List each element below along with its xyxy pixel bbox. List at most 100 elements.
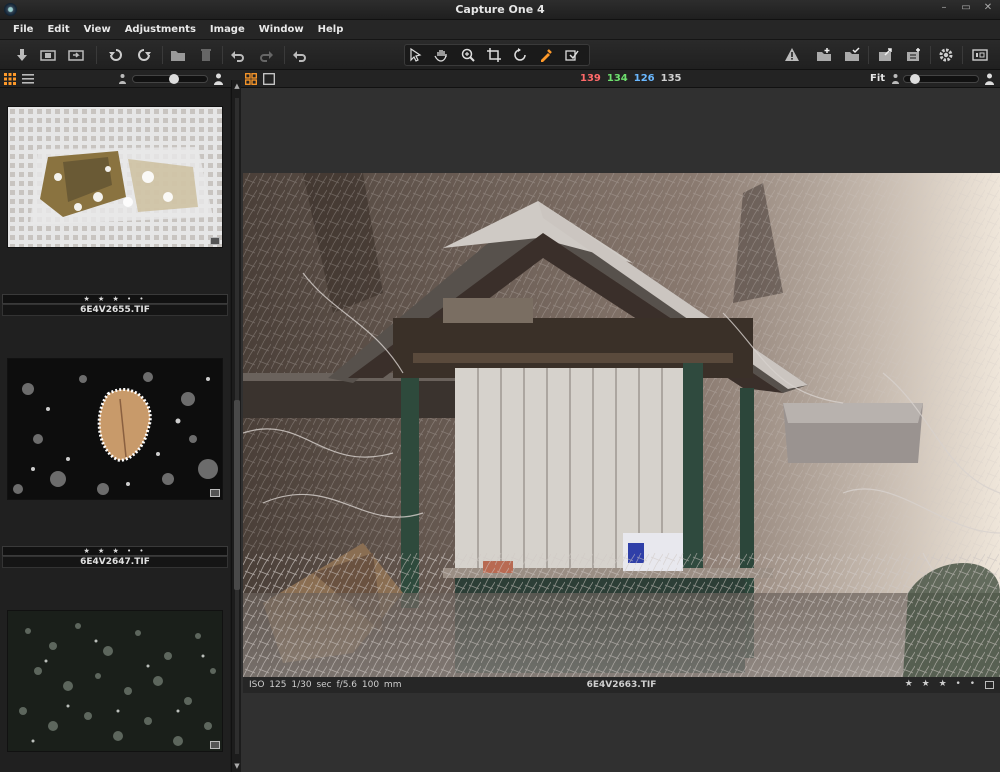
minimize-button[interactable]: – <box>938 2 950 14</box>
frozen-leaf-photo <box>8 359 222 499</box>
process-list-icon <box>907 48 920 61</box>
menu-adjustments[interactable]: Adjustments <box>118 24 203 35</box>
menu-edit[interactable]: Edit <box>40 24 76 35</box>
menu-image[interactable]: Image <box>203 24 252 35</box>
processed-folder-icon <box>68 50 84 61</box>
viewer-rating[interactable]: ★ ★ ★ • • <box>905 679 978 689</box>
move-to-capture-button[interactable] <box>38 45 58 65</box>
blue-value: 126 <box>633 73 655 84</box>
reset-arrow-icon <box>293 51 306 62</box>
thumbnail-cell[interactable]: ★ ★ ★ • • 6E4V2647.TIF <box>2 340 228 570</box>
move-to-folder-button[interactable] <box>168 45 188 65</box>
toolbar-separator <box>222 46 223 64</box>
zoom-slider[interactable] <box>903 74 979 84</box>
apply-adjustments-icon <box>565 50 579 61</box>
preferences-button[interactable] <box>936 45 956 65</box>
thumbnail-rating[interactable]: ★ ★ ★ • • <box>2 546 228 556</box>
large-thumb-size-icon <box>214 73 223 85</box>
thumbnail-filename: 6E4V2655.TIF <box>2 304 228 316</box>
window-title: Capture One 4 <box>455 3 545 16</box>
undo-button[interactable] <box>228 45 248 65</box>
maximize-button[interactable]: ▭ <box>960 2 972 14</box>
red-value: 139 <box>580 73 601 84</box>
thumbnail-image[interactable] <box>7 610 223 752</box>
scroll-down-arrow[interactable]: ▼ <box>233 762 241 770</box>
toolbar-separator <box>868 46 869 64</box>
about-button[interactable] <box>970 45 990 65</box>
image-info-bar: ISO 125 1/30 sec f/5.6 100 mm 6E4V2663.T… <box>243 677 1000 693</box>
thumbnail-image[interactable] <box>7 106 223 248</box>
zoom-out-icon <box>892 74 899 84</box>
frosted-garden-shed-photo <box>243 173 1000 677</box>
pointer-icon <box>410 47 422 62</box>
browser-scrollbar[interactable]: ▲ ▼ <box>231 80 241 772</box>
list-view-icon[interactable] <box>22 73 34 85</box>
thumbnail-size-slider-knob[interactable] <box>169 74 179 84</box>
toolbar-separator <box>930 46 931 64</box>
zoom-fit-label[interactable]: Fit <box>870 73 885 84</box>
export-icon <box>879 48 892 61</box>
export-button[interactable] <box>876 45 896 65</box>
redo-icon <box>260 51 273 62</box>
magnifier-icon <box>461 48 475 62</box>
new-album-button[interactable] <box>814 45 834 65</box>
thumbnail-filename: 6E4V2647.TIF <box>2 556 228 568</box>
menu-help[interactable]: Help <box>311 24 351 35</box>
white-balance-picker-button[interactable] <box>536 45 556 65</box>
scroll-thumb[interactable] <box>234 400 240 590</box>
crop-tool-button[interactable] <box>484 45 504 65</box>
title-bar: Capture One 4 – ▭ ✕ <box>0 0 1000 20</box>
ice-bubbles-photo <box>8 611 222 751</box>
warning-button[interactable] <box>782 45 802 65</box>
thumbnail-cell[interactable]: ★ ★ ★ • • 6E4V2655.TIF <box>2 88 228 318</box>
single-view-icon[interactable] <box>263 73 275 85</box>
move-to-processed-button[interactable] <box>66 45 86 65</box>
toolbar-separator <box>962 46 963 64</box>
thumbnail-cell[interactable] <box>2 592 228 772</box>
green-value: 134 <box>606 73 628 84</box>
gear-icon <box>939 48 953 62</box>
rotate-free-icon <box>514 48 526 61</box>
toolbar-separator <box>96 46 97 64</box>
toolbar-separator <box>284 46 285 64</box>
close-button[interactable]: ✕ <box>982 2 994 14</box>
download-arrow-icon <box>17 49 27 61</box>
rotate-tool-button[interactable] <box>510 45 530 65</box>
thumbnail-badge-icon <box>210 489 220 497</box>
frosted-grate-photo <box>8 107 222 247</box>
rotate-left-icon <box>109 49 122 61</box>
toolbar-separator <box>162 46 163 64</box>
import-button[interactable] <box>12 45 32 65</box>
browser-panel: ★ ★ ★ • • 6E4V2655.TIF ★ ★ ★ • • 6E4V264… <box>0 88 230 772</box>
zoom-tool-button[interactable] <box>458 45 478 65</box>
rotate-left-button[interactable] <box>106 45 126 65</box>
zoom-slider-knob[interactable] <box>910 74 920 84</box>
thumbnail-image[interactable] <box>7 358 223 500</box>
menu-view[interactable]: View <box>77 24 118 35</box>
rotate-right-button[interactable] <box>134 45 154 65</box>
thumbnail-rating[interactable]: ★ ★ ★ • • <box>2 294 228 304</box>
thumbnail-size-slider[interactable] <box>132 74 208 84</box>
eyedropper-icon <box>541 49 552 62</box>
grid-view-icon[interactable] <box>4 73 16 85</box>
main-image[interactable] <box>243 173 1000 677</box>
scroll-up-arrow[interactable]: ▲ <box>233 82 241 90</box>
process-button[interactable] <box>904 45 924 65</box>
pan-tool-button[interactable] <box>432 45 452 65</box>
select-tool-button[interactable] <box>406 45 426 65</box>
reset-button[interactable] <box>290 45 310 65</box>
folder-icon <box>171 51 185 61</box>
multi-view-icon[interactable] <box>245 73 257 85</box>
thumbnail-badge-icon <box>210 237 220 245</box>
album-check-button[interactable] <box>842 45 862 65</box>
menu-bar: File Edit View Adjustments Image Window … <box>0 20 1000 40</box>
delete-button[interactable] <box>196 45 216 65</box>
menu-window[interactable]: Window <box>252 24 311 35</box>
main-toolbar <box>0 40 1000 70</box>
redo-button[interactable] <box>256 45 276 65</box>
folder-check-icon <box>845 47 860 61</box>
viewer-badge-icon <box>985 681 994 689</box>
menu-file[interactable]: File <box>6 24 40 35</box>
view-header-bar: 139 134 126 135 Fit <box>0 70 1000 88</box>
copy-adjustments-button[interactable] <box>562 45 582 65</box>
